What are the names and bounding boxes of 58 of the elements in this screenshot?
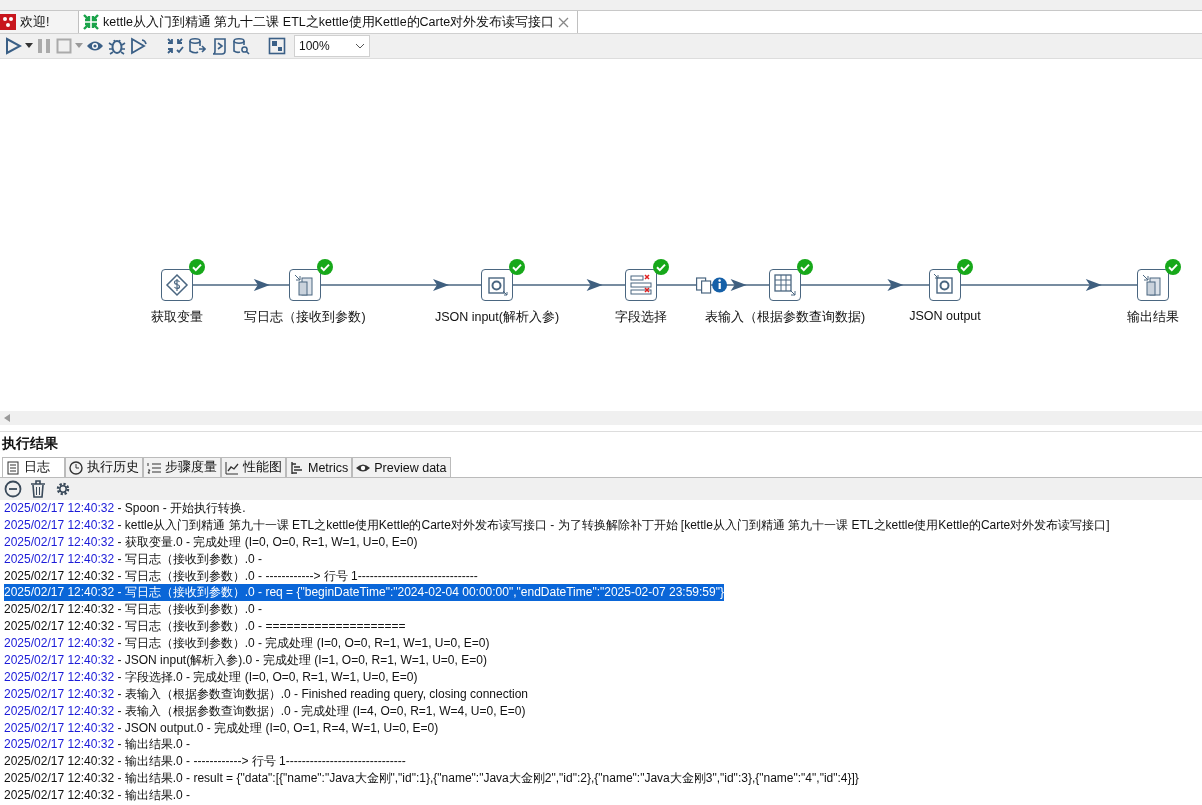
step-node[interactable] bbox=[929, 269, 961, 301]
log-line: 2025/02/17 12:40:32 - 获取变量.0 - 完成处理 (I=0, O=0, R=1, W=1, U=0, E=0) bbox=[4, 533, 418, 551]
align-icon[interactable] bbox=[266, 35, 288, 57]
log-line: 2025/02/17 12:40:32 - 表输入（根据参数查询数据）.0 - 完成处理 (I=4, O=0, R=1, W=4, U=0, E=0) bbox=[4, 702, 526, 720]
result-tab[interactable]: Preview data bbox=[352, 457, 451, 477]
select-step-icon bbox=[629, 273, 653, 297]
result-tab[interactable]: 执行历史 bbox=[65, 457, 143, 477]
log-line: 2025/02/17 12:40:32 - 字段选择.0 - 完成处理 (I=0, O=0, R=1, W=1, U=0, E=0) bbox=[4, 668, 418, 686]
result-tab[interactable]: 步骤度量 bbox=[143, 457, 221, 477]
log-line: 2025/02/17 12:40:32 - 写日志（接收到参数）.0 - bbox=[4, 550, 263, 568]
database-icon[interactable] bbox=[186, 35, 208, 57]
panel-title: 执行结果 bbox=[1, 434, 59, 453]
log-line: 2025/02/17 12:40:32 - 写日志（接收到参数）.0 - 完成处理 (I=0, O=0, R=1, W=1, U=0, E=0) bbox=[4, 635, 490, 652]
history-icon bbox=[69, 460, 83, 475]
step-label: JSON input(解析入参) bbox=[434, 309, 560, 326]
trash-icon[interactable] bbox=[28, 478, 48, 500]
variable-step-icon bbox=[165, 273, 189, 297]
step-node[interactable] bbox=[161, 269, 193, 301]
step-node[interactable] bbox=[289, 269, 321, 301]
database-search-icon[interactable] bbox=[230, 35, 252, 57]
result-tab[interactable]: Metrics bbox=[286, 457, 353, 477]
step-label: JSON output bbox=[909, 309, 981, 323]
log-icon bbox=[6, 460, 20, 475]
step-label: 字段选择 bbox=[615, 309, 667, 326]
zoom-dropdown[interactable]: 100% bbox=[294, 35, 370, 57]
step-node[interactable] bbox=[625, 269, 657, 301]
close-icon[interactable] bbox=[558, 16, 570, 28]
step-node[interactable] bbox=[769, 269, 801, 301]
editor-tab[interactable]: 欢迎! bbox=[0, 11, 79, 33]
log-line: 2025/02/17 12:40:32 - Spoon - 开始执行转换. bbox=[4, 500, 246, 517]
log-line: 2025/02/17 12:40:32 - JSON output.0 - 完成处理 (I=0, O=1, R=4, W=1, U=0, E=0) bbox=[4, 719, 439, 737]
transformation-icon bbox=[83, 14, 99, 30]
tree-icon bbox=[290, 460, 304, 475]
step-node[interactable] bbox=[481, 269, 513, 301]
step-label: 输出结果 bbox=[1127, 309, 1179, 326]
log-line: 2025/02/17 12:40:32 - 表输入（根据参数查询数据）.0 - Finished reading query, closing connection bbox=[4, 685, 529, 703]
step-label: 表输入（根据参数查询数据) bbox=[704, 309, 866, 326]
replay-icon[interactable] bbox=[128, 35, 150, 57]
result-tab[interactable]: 日志 bbox=[2, 457, 65, 477]
log-line: 2025/02/17 12:40:32 - kettle从入门到精通 第九十一课 ETL之kettle使用Kettle的Carte对外发布读写接口 - 为了转换解除补丁开始 [kettle从入门到精通 第九十一课 ETL之kettle使用Kettle的Carte对外发布读写接口] bbox=[4, 516, 1110, 534]
chevron-down-icon bbox=[355, 43, 365, 49]
step-label: 写日志（接收到参数) bbox=[244, 309, 366, 326]
log-line: 2025/02/17 12:40:32 - 写日志（接收到参数）.0 - bbox=[4, 601, 263, 619]
log-line: 2025/02/17 12:40:32 - 输出结果.0 - bbox=[4, 736, 191, 754]
chart-icon bbox=[225, 460, 239, 475]
step-node[interactable] bbox=[1137, 269, 1169, 301]
welcome-icon bbox=[0, 14, 16, 30]
log-line: 2025/02/17 12:40:32 - 输出结果.0 - bbox=[4, 787, 191, 805]
log-line: 2025/02/17 12:40:32 - 写日志（接收到参数）.0 - ==================== bbox=[4, 618, 406, 636]
table-step-icon bbox=[773, 273, 797, 297]
step-label: 获取变量 bbox=[151, 309, 203, 326]
clear-icon[interactable] bbox=[2, 478, 24, 500]
log-line: 2025/02/17 12:40:32 - 输出结果.0 - ------------> 行号 1------------------------------ bbox=[4, 753, 406, 771]
log-line: 2025/02/17 12:40:32 - 输出结果.0 - result = {"data":[{"name":"Java大金刚","id":1},{"name":"Java大金刚2","id":2},{"name":"Java大金刚3","id":3},{"name":"4","id":4}]} bbox=[4, 770, 859, 788]
log-line: 2025/02/17 12:40:32 - JSON input(解析入参).0 - 完成处理 (I=1, O=0, R=1, W=1, U=0, E=0) bbox=[4, 652, 487, 669]
log-line: 2025/02/17 12:40:32 - 写日志（接收到参数）.0 - ------------> 行号 1------------------------------ bbox=[4, 567, 478, 585]
metrics-list-icon bbox=[147, 460, 161, 475]
result-tab[interactable]: 性能图 bbox=[221, 457, 286, 477]
